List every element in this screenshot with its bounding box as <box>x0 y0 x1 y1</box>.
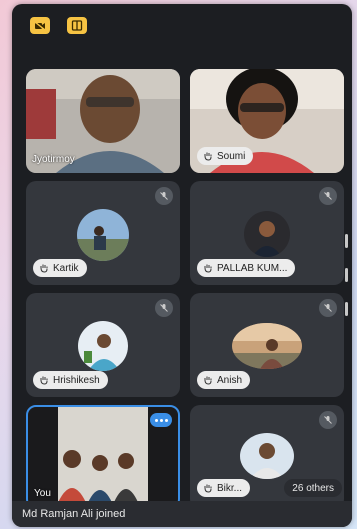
mic-off-icon <box>319 299 337 317</box>
scrollbar[interactable] <box>345 234 348 324</box>
participant-tile[interactable]: Kartik <box>26 181 180 285</box>
participant-name-chip: PALLAB KUM... <box>197 259 296 277</box>
mic-off-icon <box>155 299 173 317</box>
hand-raised-icon <box>204 484 212 493</box>
participant-name: Jyotirmoy <box>32 154 75 165</box>
participant-name-chip: Soumi <box>197 147 254 165</box>
participant-name: Kartik <box>53 262 79 274</box>
mic-off-icon <box>155 187 173 205</box>
participant-name: Hrishikesh <box>53 374 100 386</box>
camera-off-icon[interactable] <box>30 17 50 34</box>
participant-name: Soumi <box>217 150 246 162</box>
participant-name-chip: Bikr... <box>197 479 251 497</box>
participant-name-chip: Anish <box>197 371 251 389</box>
mic-off-icon <box>319 411 337 429</box>
avatar <box>78 321 128 371</box>
meeting-screen: Jyotirmoy Soumi Kartik PALLAB KUM... Hri… <box>12 4 352 527</box>
avatar <box>232 323 302 369</box>
participant-tile[interactable]: Hrishikesh <box>26 293 180 397</box>
switch-camera-icon[interactable] <box>67 17 87 34</box>
participant-name-chip: Kartik <box>33 259 87 277</box>
hand-raised-icon <box>204 152 212 161</box>
others-badge[interactable]: 26 others <box>284 479 342 497</box>
self-tile[interactable]: You <box>26 405 180 509</box>
participant-name: Anish <box>217 374 243 386</box>
top-toolbar <box>12 4 352 44</box>
participant-name: PALLAB KUM... <box>217 262 288 274</box>
hand-raised-icon <box>204 376 212 385</box>
speaking-indicator-icon <box>150 413 172 427</box>
participant-tile[interactable]: Anish <box>190 293 344 397</box>
participant-name: You <box>34 488 51 499</box>
avatar <box>240 433 294 479</box>
participant-tile[interactable]: PALLAB KUM... <box>190 181 344 285</box>
avatar <box>244 211 290 257</box>
participant-name: Bikr... <box>217 482 243 494</box>
hand-raised-icon <box>204 264 212 273</box>
hand-raised-icon <box>40 264 48 273</box>
participant-name-chip: Hrishikesh <box>33 371 108 389</box>
participant-tile[interactable]: Jyotirmoy <box>26 69 180 173</box>
participant-tile[interactable]: Soumi <box>190 69 344 173</box>
hand-raised-icon <box>40 376 48 385</box>
avatar <box>77 209 129 261</box>
mic-off-icon <box>319 187 337 205</box>
join-notification: Md Ramjan Ali joined <box>12 501 352 527</box>
